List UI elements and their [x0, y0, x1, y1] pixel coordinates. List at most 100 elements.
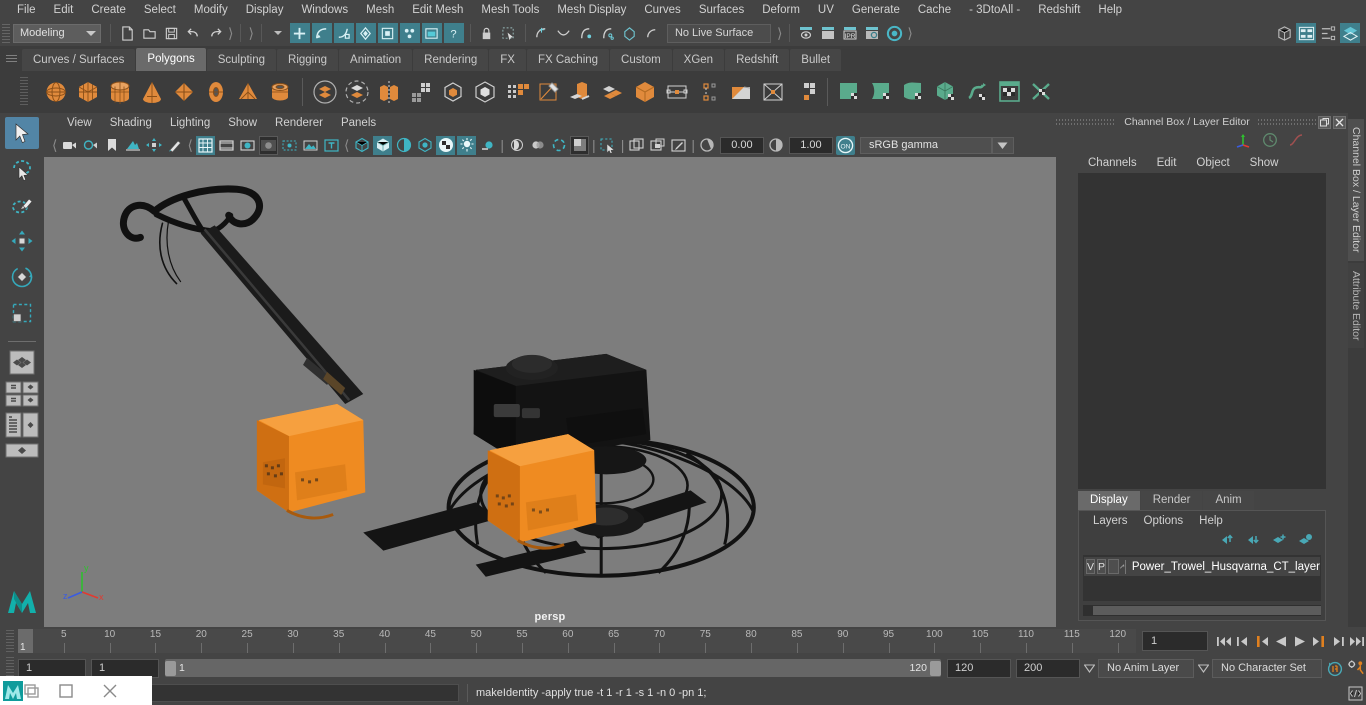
exposure-icon[interactable] — [698, 136, 717, 155]
channel-menu-object[interactable]: Object — [1186, 157, 1239, 169]
smooth-icon[interactable] — [405, 75, 437, 109]
character-set-dropdown[interactable]: No Character Set — [1212, 658, 1322, 678]
smooth-shading-icon[interactable] — [373, 135, 393, 155]
time-slider-playhead[interactable]: 1 — [18, 629, 33, 653]
quad-draw-icon[interactable] — [501, 75, 533, 109]
open-outliner-icon[interactable] — [1274, 23, 1294, 43]
make-live-icon[interactable] — [642, 23, 662, 43]
new-layer-from-selection-icon[interactable] — [1298, 533, 1313, 551]
shelf-tab-polygons[interactable]: Polygons — [136, 48, 206, 71]
poly-cylinder-icon[interactable] — [104, 75, 136, 109]
texture-checker-icon[interactable] — [436, 135, 456, 155]
uv-cut-sew-icon[interactable] — [1026, 75, 1058, 109]
redo-icon[interactable] — [205, 23, 225, 43]
wireframe-shading-icon[interactable] — [352, 136, 371, 155]
uv-unfold-icon[interactable] — [962, 75, 994, 109]
play-forwards-icon[interactable] — [1290, 630, 1309, 652]
rotate-tool[interactable] — [5, 261, 39, 293]
shelf-tab-rigging[interactable]: Rigging — [277, 49, 339, 71]
select-help-icon[interactable]: ? — [443, 23, 464, 43]
channel-menu-edit[interactable]: Edit — [1147, 157, 1187, 169]
menu-deform[interactable]: Deform — [753, 0, 809, 20]
toggle-tool-settings-icon[interactable] — [1318, 23, 1338, 43]
transform-axis-icon[interactable] — [1234, 132, 1252, 153]
layer-row[interactable]: V P Power_Trowel_Husqvarna_CT_layer — [1084, 557, 1320, 576]
new-scene-icon[interactable] — [117, 23, 137, 43]
tear-off-panel-icon[interactable] — [669, 136, 688, 155]
select-tool[interactable] — [5, 117, 39, 149]
xray-icon[interactable] — [280, 136, 299, 155]
shelf-tab-redshift[interactable]: Redshift — [725, 49, 790, 71]
highlight-selection-icon[interactable] — [499, 23, 519, 43]
mirror-geometry-icon[interactable] — [373, 75, 405, 109]
shelf-tab-fx-caching[interactable]: FX Caching — [526, 49, 610, 71]
crease-icon[interactable] — [725, 75, 757, 109]
camera-attributes-icon[interactable] — [81, 136, 100, 155]
hypershade-toggle-icon[interactable] — [884, 23, 904, 43]
shaded-wireframe-icon[interactable] — [394, 136, 413, 155]
animation-preferences-icon[interactable] — [1347, 657, 1366, 679]
uv-cylindrical-map-icon[interactable] — [866, 75, 898, 109]
scrollbar-thumb[interactable] — [1093, 606, 1321, 615]
snap-to-view-plane-icon[interactable] — [620, 23, 640, 43]
curve-graph-icon[interactable] — [1288, 132, 1304, 153]
bevel-icon[interactable] — [565, 75, 597, 109]
menu-display[interactable]: Display — [237, 0, 293, 20]
playback-end-field[interactable]: 120 — [947, 658, 1011, 678]
viewport-menu-view[interactable]: View — [58, 117, 101, 129]
menu-create[interactable]: Create — [82, 0, 135, 20]
anim-layer-dropdown[interactable]: No Anim Layer — [1098, 658, 1194, 678]
layer-menu-options[interactable]: Options — [1136, 515, 1192, 527]
statusbar-grip[interactable] — [2, 22, 10, 44]
select-by-component-icon[interactable] — [333, 23, 354, 43]
shelf-tab-xgen[interactable]: XGen — [672, 49, 725, 71]
shelf-tab-sculpting[interactable]: Sculpting — [206, 49, 277, 71]
anim-layer-caret-icon[interactable] — [1080, 663, 1098, 673]
save-scene-icon[interactable] — [161, 23, 181, 43]
uv-automatic-map-icon[interactable] — [930, 75, 962, 109]
poly-cube-solid-icon[interactable] — [629, 75, 661, 109]
menu-redshift[interactable]: Redshift — [1029, 0, 1089, 20]
poly-plane-icon[interactable] — [168, 75, 200, 109]
layout-preset-persp-only[interactable] — [4, 443, 40, 461]
toggle-channel-box-icon[interactable] — [1340, 23, 1360, 43]
lock-selection-icon[interactable] — [477, 23, 497, 43]
bridge-icon[interactable] — [597, 75, 629, 109]
layout-preset-outliner-persp[interactable] — [4, 412, 40, 438]
current-frame-field[interactable]: 1 — [1142, 631, 1208, 651]
poly-cube-icon[interactable] — [72, 75, 104, 109]
ipr-render-icon[interactable]: IPR — [840, 23, 860, 43]
poly-pipe-icon[interactable] — [264, 75, 296, 109]
select-component-vertex-icon[interactable] — [355, 23, 376, 43]
multisample-aa-icon[interactable] — [549, 136, 568, 155]
select-component-face-icon[interactable] — [377, 23, 398, 43]
select-by-object-type-icon[interactable] — [311, 23, 332, 43]
texture-display-icon[interactable] — [415, 136, 434, 155]
text-display-icon[interactable] — [322, 136, 341, 155]
use-default-light-icon[interactable] — [457, 135, 477, 155]
shelf-tab-fx[interactable]: FX — [489, 49, 526, 71]
poly-cone-icon[interactable] — [136, 75, 168, 109]
screen-space-ao-icon[interactable] — [507, 136, 526, 155]
step-forward-frame-icon[interactable] — [1328, 630, 1347, 652]
menu-curves[interactable]: Curves — [635, 0, 689, 20]
new-panel-icon[interactable] — [627, 136, 646, 155]
redo-render-icon[interactable] — [818, 23, 838, 43]
layer-list[interactable]: V P Power_Trowel_Husqvarna_CT_layer — [1083, 555, 1321, 601]
layer-menu-layers[interactable]: Layers — [1085, 515, 1136, 527]
viewport-menu-shading[interactable]: Shading — [101, 117, 161, 129]
step-back-key-icon[interactable] — [1252, 630, 1271, 652]
isolate-select-icon[interactable] — [599, 136, 618, 155]
layer-playback-toggle[interactable]: P — [1097, 559, 1107, 574]
lasso-select-tool[interactable] — [5, 153, 39, 185]
resolution-gate-icon[interactable] — [238, 136, 257, 155]
exposure-field[interactable]: 0.00 — [719, 136, 764, 154]
film-gate-icon[interactable] — [217, 136, 236, 155]
shelf-tab-animation[interactable]: Animation — [339, 49, 413, 71]
exposure-display-icon[interactable] — [301, 136, 320, 155]
time-slider-grip[interactable] — [6, 630, 14, 652]
color-management-caret[interactable] — [991, 136, 1014, 154]
uv-editor-icon[interactable] — [994, 75, 1026, 109]
shelf-tab-bullet[interactable]: Bullet — [790, 49, 842, 71]
menu-windows[interactable]: Windows — [292, 0, 357, 20]
